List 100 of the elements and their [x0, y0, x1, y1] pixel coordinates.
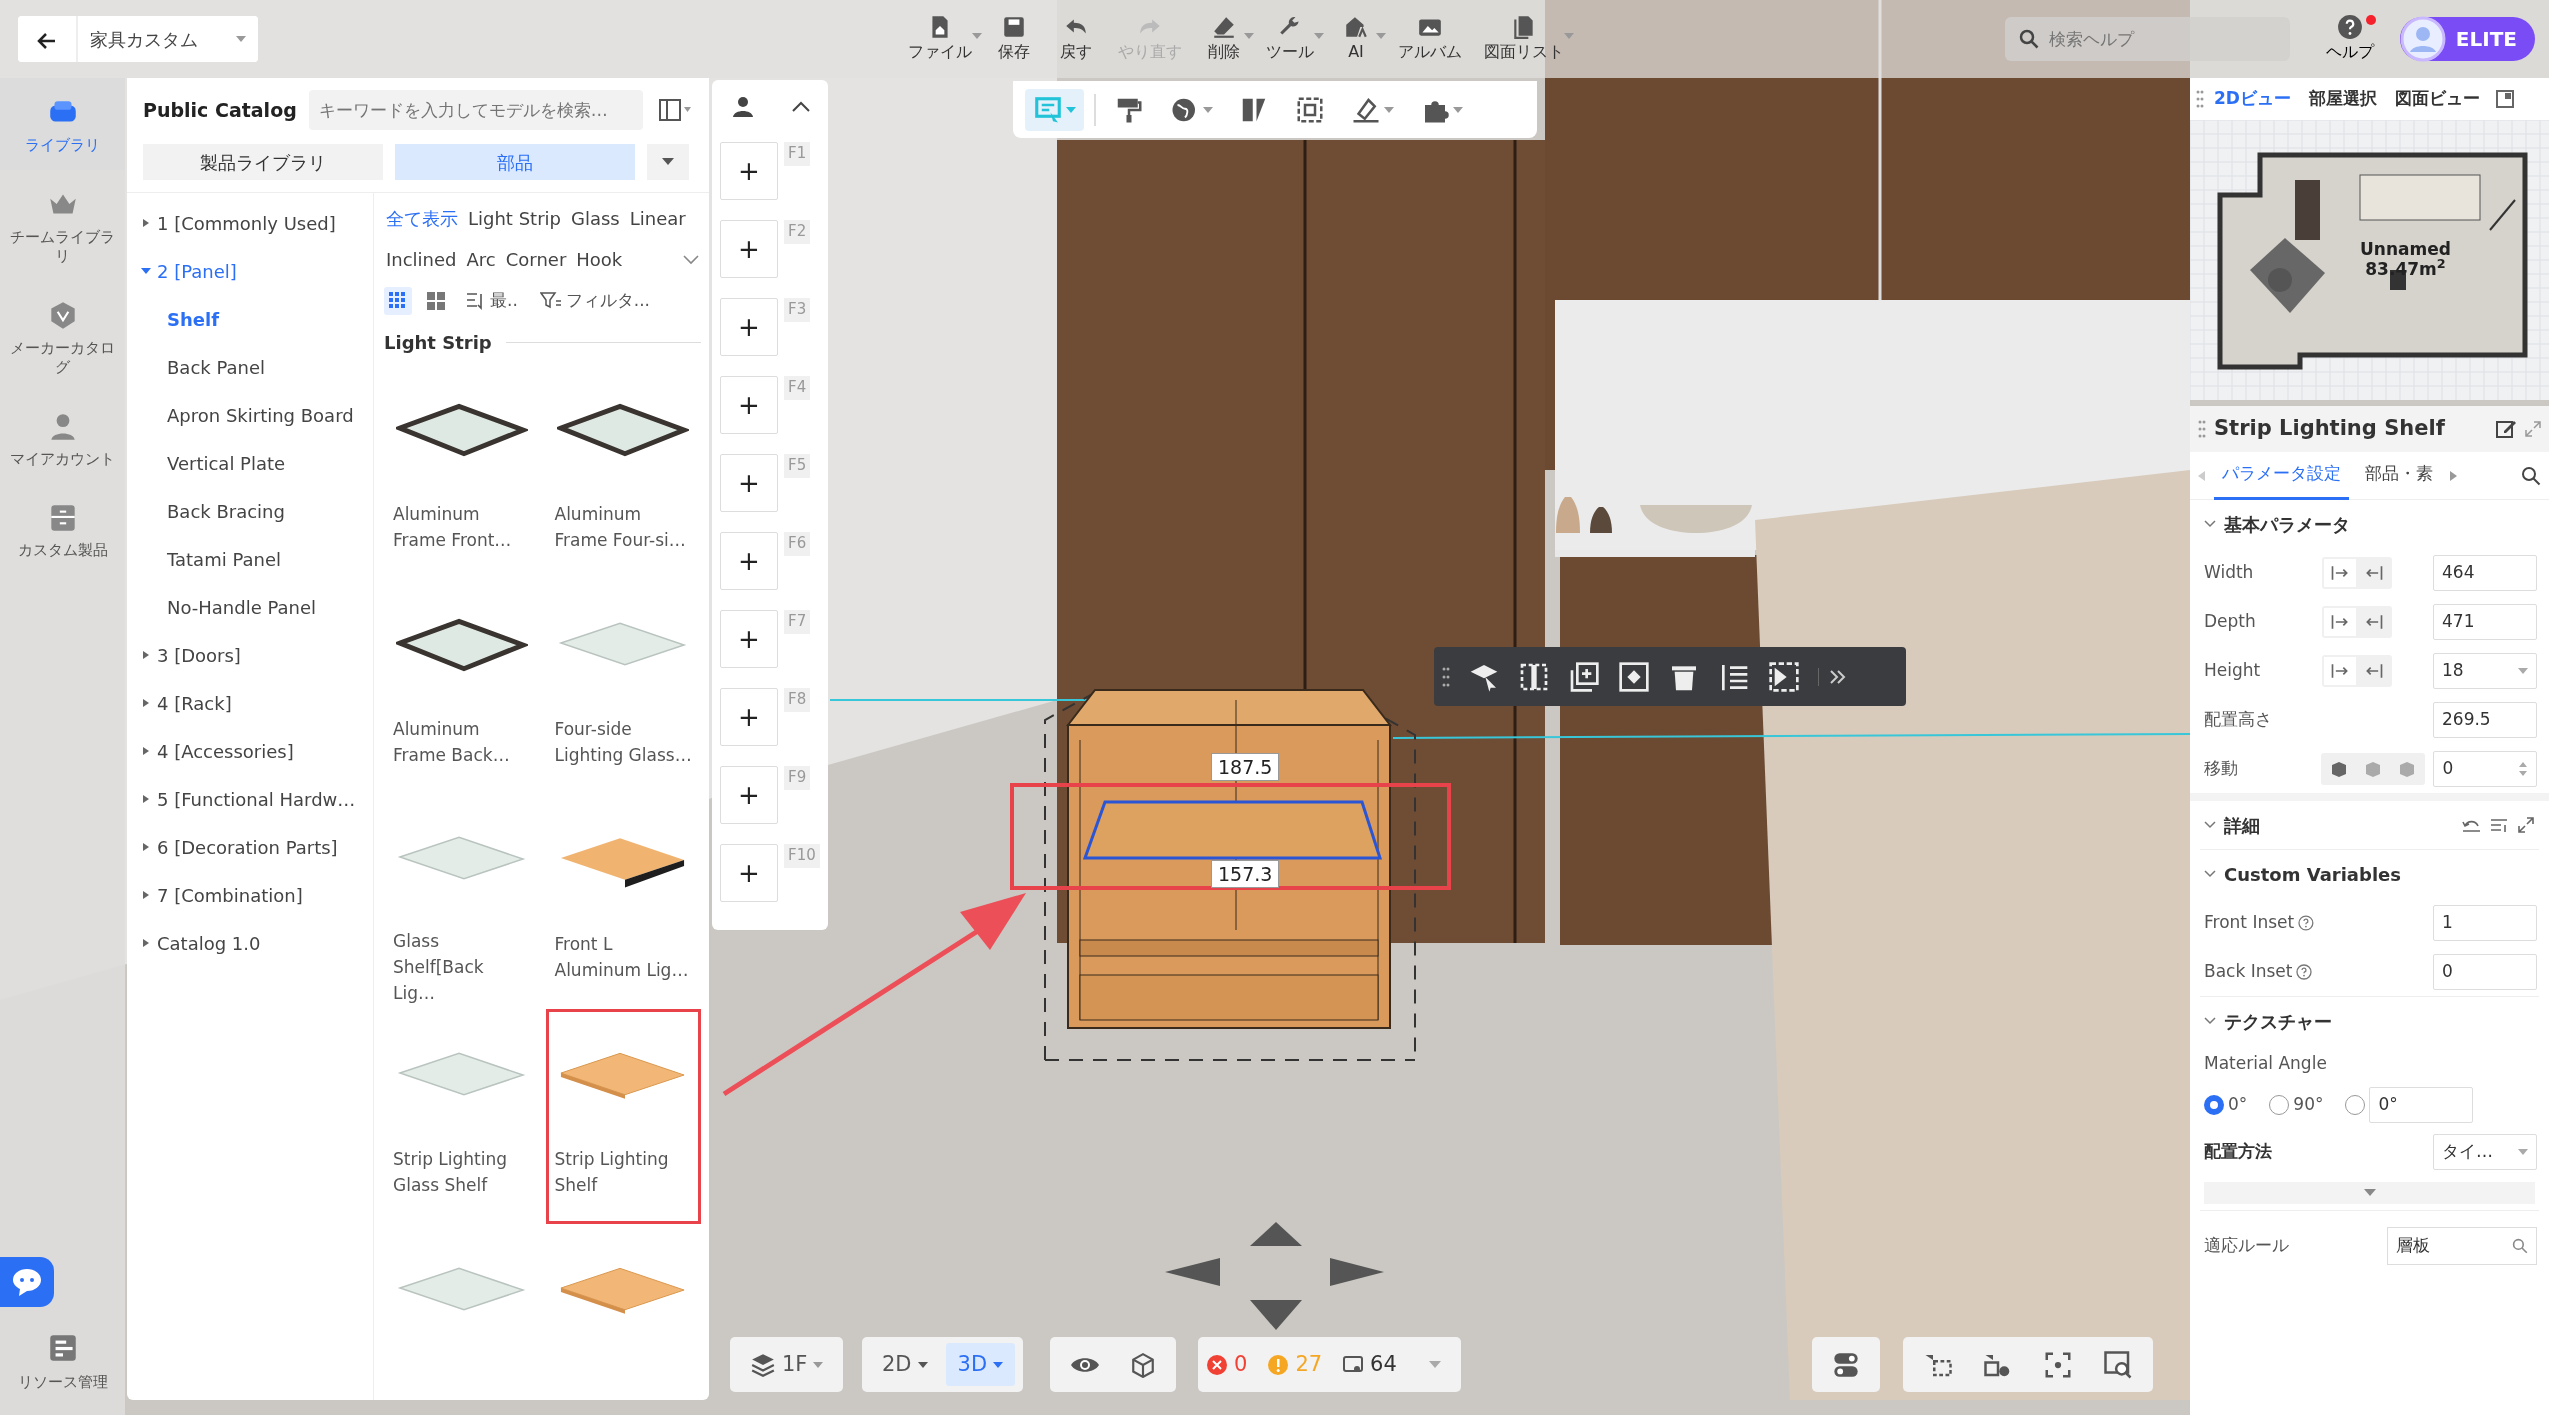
catalog-item[interactable]: Four-side Lighting Glass…	[545, 579, 701, 794]
add-button[interactable]: +	[720, 376, 778, 434]
tree-item[interactable]: Tatami Panel	[127, 535, 373, 583]
tree-item[interactable]: Back Panel	[127, 343, 373, 391]
add-button[interactable]: +	[720, 532, 778, 590]
tree-item[interactable]: 5 [Functional Hardw…	[127, 775, 373, 823]
tree-item[interactable]: Back Bracing	[127, 487, 373, 535]
pan-down-button[interactable]	[1250, 1300, 1302, 1330]
help-button[interactable]: ヘルプ	[2319, 13, 2380, 65]
more-button[interactable]	[1818, 667, 1847, 686]
chat-button[interactable]	[0, 1256, 54, 1307]
add-button[interactable]: +	[720, 454, 778, 512]
nav-item[interactable]: チームライブラリ	[0, 169, 125, 281]
catalog-item[interactable]: Strip Lighting Glass Shelf	[384, 1009, 540, 1224]
chevron-down-icon[interactable]	[2204, 1017, 2216, 1025]
toolbar-button[interactable]: ツール	[1256, 10, 1324, 68]
toolbar-button[interactable]: 戻す	[1046, 10, 1106, 68]
tree-item[interactable]: 6 [Decoration Parts]	[127, 823, 373, 871]
chevron-up-icon[interactable]	[791, 101, 810, 113]
filter-button[interactable]: フィルタ...	[533, 287, 657, 315]
dropdown-button[interactable]	[647, 144, 689, 180]
toolbar-button[interactable]: 保存	[984, 10, 1044, 68]
resource-button[interactable]: リソース管理	[0, 1306, 125, 1415]
chevron-down-icon[interactable]	[683, 254, 699, 265]
value-field[interactable]: 1	[2433, 904, 2537, 941]
filter-tab[interactable]: Inclined	[386, 246, 457, 273]
dock-icon[interactable]	[2495, 90, 2514, 108]
catalog-item[interactable]: Aluminum Frame Back…	[384, 579, 540, 794]
pan-right-button[interactable]	[1330, 1258, 1384, 1286]
angle-radio[interactable]: 0°	[2204, 1092, 2248, 1118]
chevron-down-icon[interactable]	[2204, 821, 2216, 829]
toolbar-button[interactable]: AI	[1326, 10, 1386, 68]
view-mode-button[interactable]: 3D	[945, 1342, 1016, 1387]
filter-tab[interactable]: Corner	[505, 246, 567, 273]
tree-item[interactable]: 3 [Doors]	[127, 631, 373, 679]
catalog-tab[interactable]: 製品ライブラリ	[143, 144, 383, 180]
sort-lines-icon[interactable]	[2489, 816, 2509, 834]
filter-tab[interactable]: Linear	[629, 205, 686, 232]
align-button[interactable]	[2324, 558, 2356, 587]
toolbar-button[interactable]: アルバム	[1388, 10, 1472, 68]
value-field[interactable]: 471	[2433, 603, 2537, 640]
view-mode-button[interactable]: 2D	[870, 1342, 940, 1387]
tree-item[interactable]: 4 [Accessories]	[127, 727, 373, 775]
small-grid-button[interactable]	[384, 287, 412, 315]
align-button[interactable]	[2324, 607, 2356, 636]
toolbar-button[interactable]: 図面リスト	[1474, 10, 1574, 68]
nav-item[interactable]: メーカーカタログ	[0, 280, 125, 392]
tree-item[interactable]: 1 [Commonly Used]	[127, 199, 373, 247]
add-button[interactable]: +	[720, 142, 778, 200]
value-field[interactable]: 269.5	[2433, 701, 2537, 738]
add-button[interactable]: +	[720, 844, 778, 902]
filter-tab[interactable]: Light Strip	[468, 205, 561, 232]
pan-left-button[interactable]	[1165, 1258, 1220, 1286]
scroll-right-icon[interactable]	[2449, 470, 2457, 481]
add-button[interactable]: +	[720, 220, 778, 278]
search-icon[interactable]	[2521, 465, 2541, 486]
catalog-item[interactable]: Strip Lighting Shelf	[545, 1009, 701, 1224]
search-field[interactable]: 検索ヘルプ	[2004, 17, 2290, 61]
chevron-down-icon[interactable]	[2204, 870, 2216, 878]
filter-tab[interactable]: Hook	[576, 246, 623, 273]
expand-icon[interactable]	[2517, 816, 2535, 834]
angle-field[interactable]: 0°	[2369, 1087, 2474, 1123]
tree-item[interactable]: 4 [Rack]	[127, 679, 373, 727]
catalog-item[interactable]: Aluminum Frame Four-si…	[545, 364, 701, 579]
view-tab[interactable]: 図面ビュー	[2386, 82, 2488, 116]
toolbar-button[interactable]: ファイル	[898, 10, 982, 68]
angle-radio[interactable]: 90°	[2269, 1092, 2324, 1118]
value-dropdown[interactable]: 18	[2433, 652, 2537, 689]
chevron-down-icon[interactable]	[2204, 520, 2216, 528]
plan-badge[interactable]: ELITE	[2399, 17, 2535, 61]
tool-button[interactable]	[1618, 660, 1650, 693]
filter-tab[interactable]: 全て表示	[386, 205, 458, 232]
panel-tab[interactable]: パラメータ設定	[2214, 451, 2349, 500]
tree-item[interactable]: Shelf	[127, 295, 373, 343]
add-button[interactable]: +	[720, 766, 778, 824]
add-button[interactable]: +	[720, 610, 778, 668]
catalog-tab[interactable]: 部品	[395, 144, 635, 180]
view-tab[interactable]: 部屋選択	[2300, 82, 2385, 116]
catalog-item[interactable]: Glass Shelf[Back Lig…	[384, 794, 540, 1009]
expand-icon[interactable]	[2525, 421, 2541, 437]
sort-button[interactable]: 最..	[460, 287, 524, 315]
filter-tab[interactable]: Arc	[466, 246, 496, 273]
layout-dropdown[interactable]: タイ…	[2433, 1133, 2537, 1170]
panel-tab[interactable]: 部品・素	[2357, 451, 2441, 500]
pan-up-button[interactable]	[1250, 1222, 1302, 1246]
tree-item[interactable]: Apron Skirting Board	[127, 391, 373, 439]
angle-radio[interactable]	[2345, 1095, 2366, 1115]
toolbar-button[interactable]: 削除	[1194, 10, 1254, 68]
catalog-item[interactable]: Front L Aluminum Lig…	[545, 794, 701, 1009]
tree-item[interactable]: 7 [Combination]	[127, 871, 373, 919]
search-field[interactable]: キーワードを入力してモデルを検索…	[308, 90, 643, 130]
add-button[interactable]: +	[720, 688, 778, 746]
tool-button[interactable]	[1568, 660, 1600, 693]
tree-item[interactable]: Catalog 1.0	[127, 919, 373, 967]
value-field[interactable]: 0	[2433, 953, 2537, 990]
tree-item[interactable]: 2 [Panel]	[127, 247, 373, 295]
rule-field[interactable]: 層板	[2387, 1226, 2537, 1265]
person-icon[interactable]	[730, 95, 755, 119]
add-button[interactable]: +	[720, 298, 778, 356]
nav-item[interactable]: カスタム製品	[0, 483, 125, 575]
